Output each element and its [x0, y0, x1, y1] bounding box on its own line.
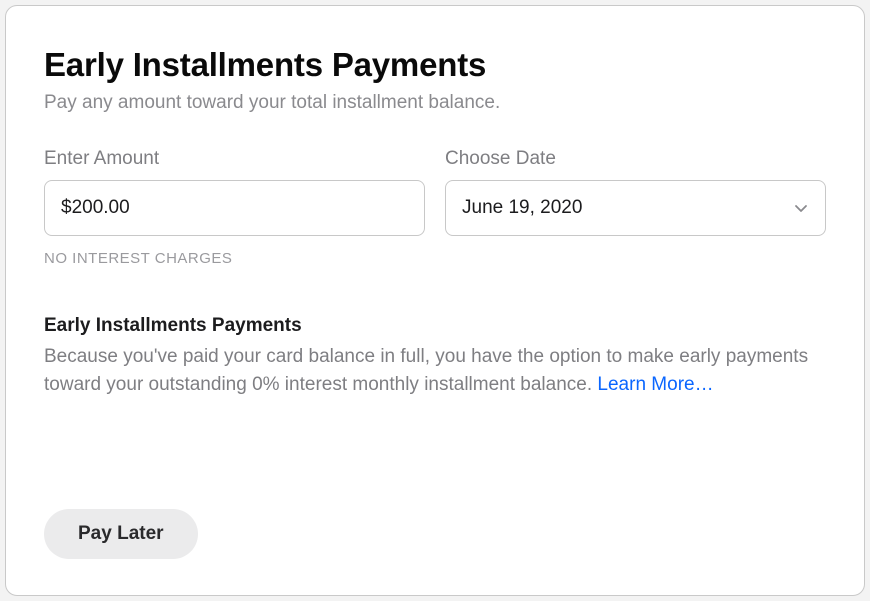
date-select[interactable]: June 19, 2020 — [445, 180, 826, 236]
amount-label: Enter Amount — [44, 148, 425, 170]
page-subtitle: Pay any amount toward your total install… — [44, 92, 826, 114]
learn-more-link[interactable]: Learn More… — [597, 374, 713, 395]
date-value: June 19, 2020 — [462, 197, 793, 219]
pay-later-button[interactable]: Pay Later — [44, 509, 198, 559]
amount-input[interactable]: $200.00 — [44, 180, 425, 236]
info-block: Early Installments Payments Because you'… — [44, 315, 826, 398]
amount-field: Enter Amount $200.00 NO INTEREST CHARGES — [44, 148, 425, 267]
interest-note: NO INTEREST CHARGES — [44, 250, 425, 267]
form-row: Enter Amount $200.00 NO INTEREST CHARGES… — [44, 148, 826, 267]
early-installments-panel: Early Installments Payments Pay any amou… — [5, 5, 865, 596]
footer-actions: Pay Later — [44, 509, 198, 559]
amount-value: $200.00 — [61, 197, 408, 219]
date-field: Choose Date June 19, 2020 — [445, 148, 826, 267]
info-title: Early Installments Payments — [44, 315, 826, 337]
date-label: Choose Date — [445, 148, 826, 170]
page-title: Early Installments Payments — [44, 46, 826, 84]
info-body: Because you've paid your card balance in… — [44, 343, 826, 398]
chevron-down-icon — [793, 200, 809, 216]
